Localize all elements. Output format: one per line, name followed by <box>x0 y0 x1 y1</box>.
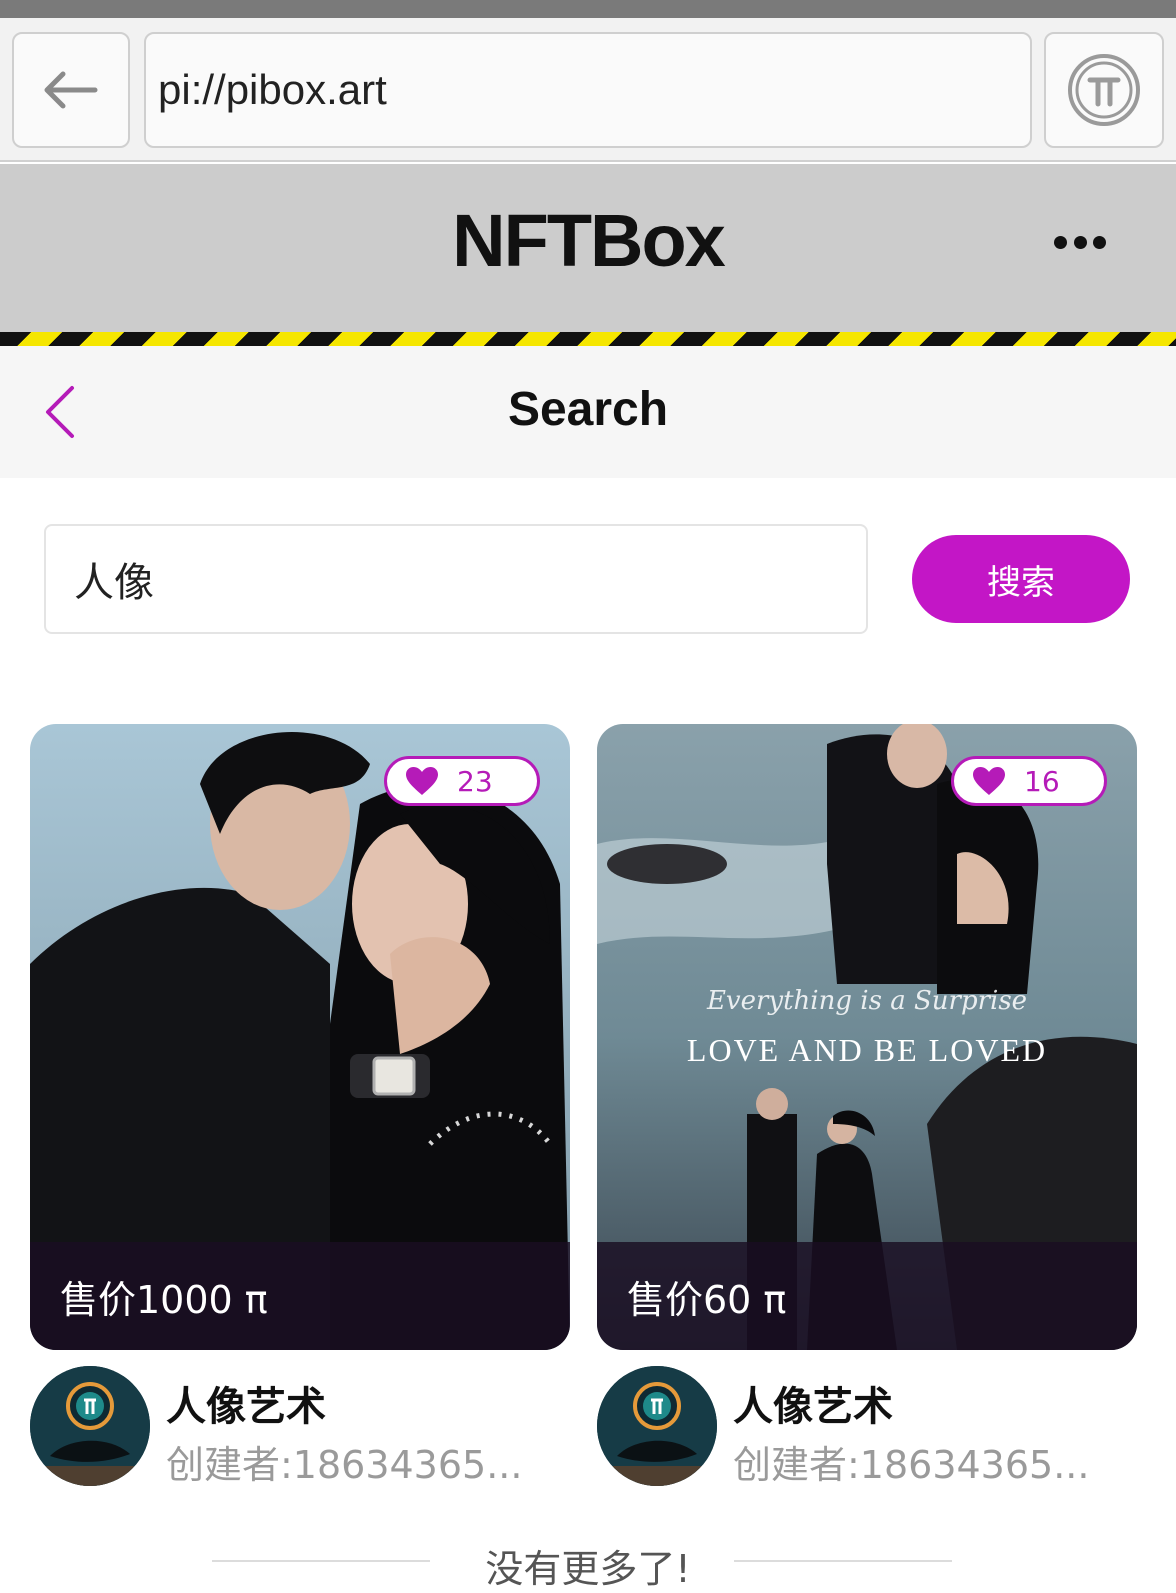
pi-hand-avatar-image <box>597 1366 717 1486</box>
creator-text: 创建者:18634365... <box>733 1443 1090 1487</box>
status-strip <box>0 0 1176 18</box>
heart-icon <box>973 767 1005 795</box>
like-count: 16 <box>1024 764 1060 798</box>
hazard-stripe-divider <box>0 332 1176 346</box>
overlay-title-text: LOVE AND BE LOVED <box>686 1032 1048 1068</box>
page-title: Search <box>507 383 669 436</box>
creator-text: 创建者:18634365... <box>166 1443 523 1487</box>
app-header: NFTBox <box>0 164 1176 332</box>
subnav-bar: Search <box>0 346 1176 478</box>
like-count: 23 <box>457 764 493 798</box>
nft-image[interactable]: Everything is a Surprise LOVE AND BE LOV… <box>597 724 1137 1350</box>
heart-icon <box>406 767 438 795</box>
price-label: 售价1000 π <box>30 1242 570 1350</box>
pi-hand-avatar-image <box>30 1366 150 1486</box>
browser-bar: pi://pibox.art <box>0 18 1176 162</box>
search-button[interactable]: 搜索 <box>912 535 1130 623</box>
url-field[interactable]: pi://pibox.art <box>144 32 1032 148</box>
no-more-text: 没有更多了! <box>485 1547 691 1591</box>
nft-image[interactable]: 23 售价1000 π <box>30 724 570 1350</box>
creator-avatar[interactable] <box>597 1366 717 1486</box>
overlay-script-text: Everything is a Surprise <box>706 986 1028 1016</box>
search-input[interactable] <box>44 524 868 634</box>
nft-title: 人像艺术 <box>733 1384 893 1430</box>
creator-avatar[interactable] <box>30 1366 150 1486</box>
browser-back-button[interactable] <box>12 32 130 148</box>
arrow-left-icon <box>44 71 98 109</box>
pi-logo-icon <box>1068 54 1140 126</box>
app-title: NFTBox <box>452 199 726 282</box>
nft-title: 人像艺术 <box>166 1384 326 1430</box>
pi-wallet-button[interactable] <box>1044 32 1164 148</box>
like-badge[interactable]: 23 <box>384 756 540 806</box>
like-badge[interactable]: 16 <box>951 756 1107 806</box>
end-of-list: 没有更多了! <box>0 1530 1176 1591</box>
price-label: 售价60 π <box>597 1242 1137 1350</box>
divider <box>734 1560 952 1562</box>
more-horizontal-icon[interactable] <box>1054 236 1106 254</box>
